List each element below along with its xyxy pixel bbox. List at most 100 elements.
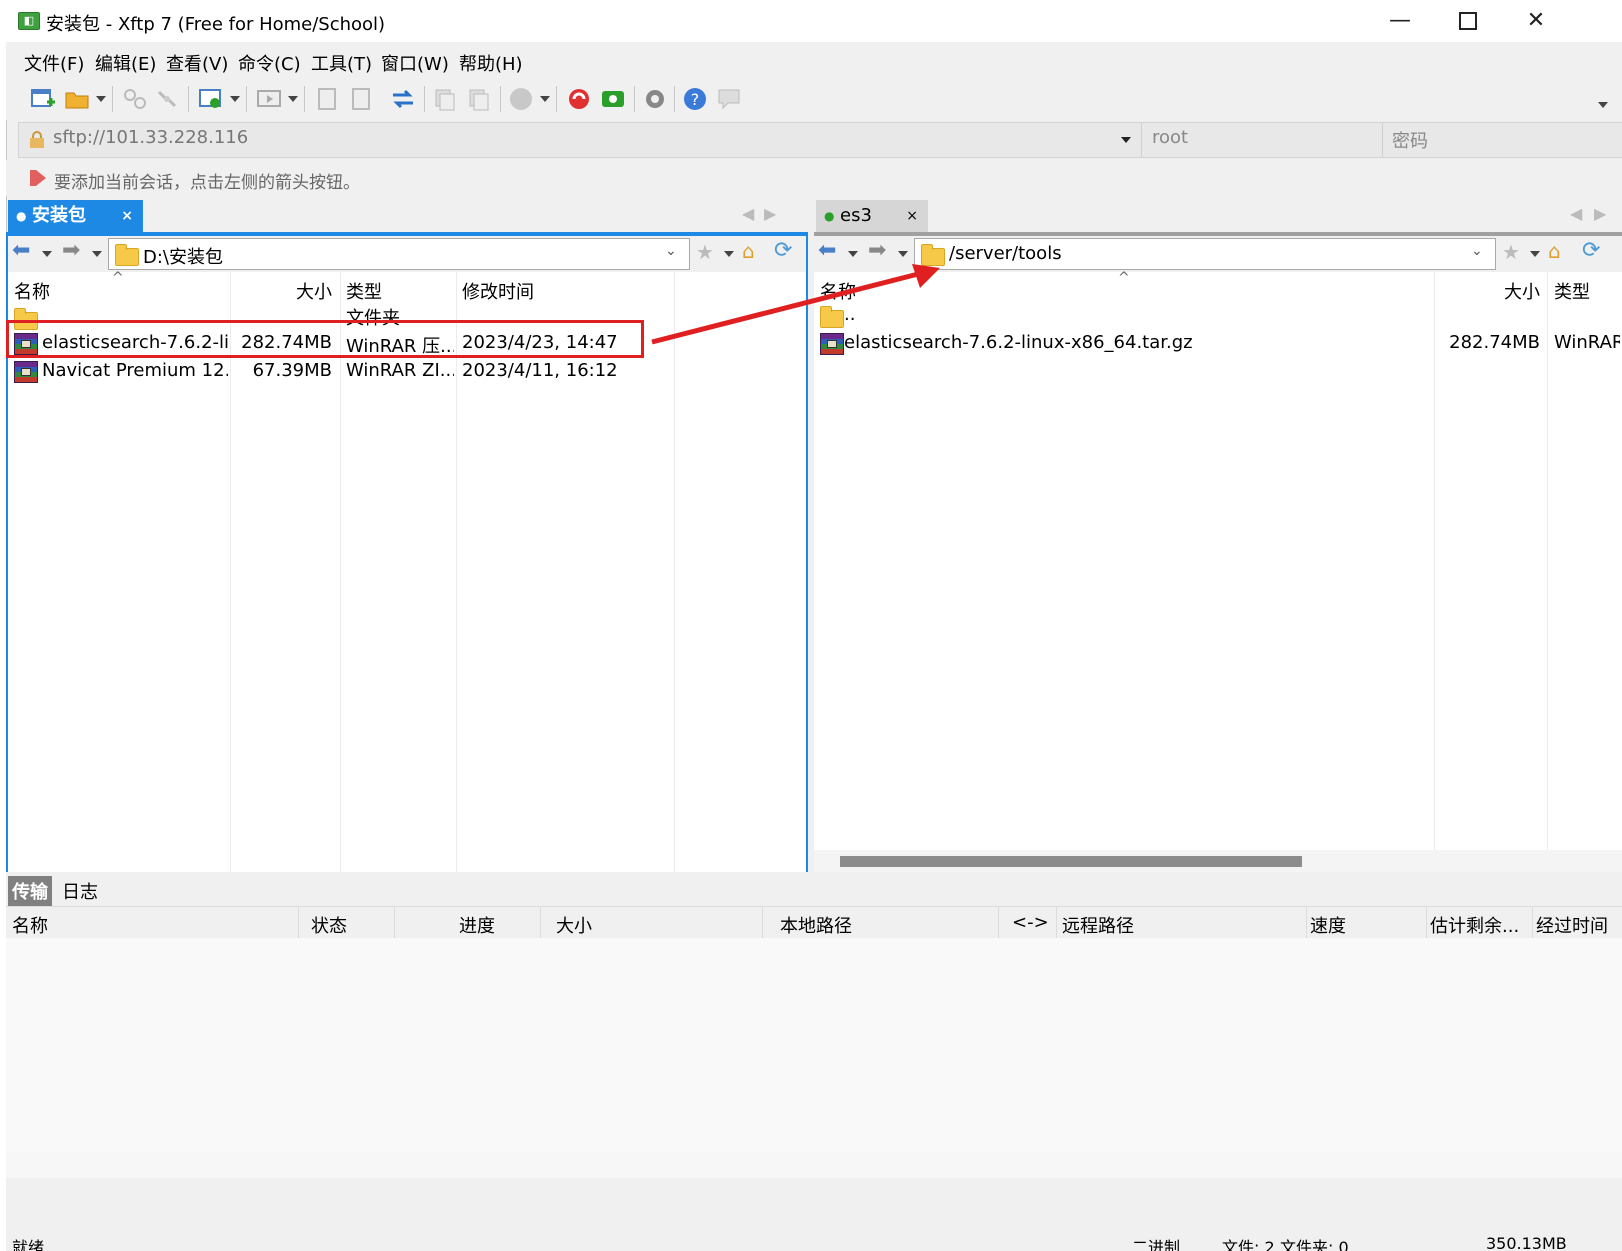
local-file-list: 名称 ^ 大小 类型 修改时间 文件夹 elasticsearch-7.6.2-…	[8, 270, 806, 898]
toolbar-separator	[188, 86, 189, 112]
xshell-button[interactable]	[566, 86, 592, 112]
col-header-eta[interactable]: 估计剩余...	[1430, 912, 1519, 938]
col-header-name[interactable]: 名称	[14, 278, 50, 304]
forward-dropdown-icon[interactable]	[92, 251, 102, 257]
col-header-local-path[interactable]: 本地路径	[780, 912, 852, 938]
tab-close-icon[interactable]: ×	[121, 200, 133, 232]
upload-icon	[318, 88, 336, 110]
tab-transfer[interactable]: 传输	[8, 876, 52, 906]
upload-button[interactable]	[314, 86, 340, 112]
paste-button[interactable]	[466, 86, 492, 112]
new-session-button[interactable]	[30, 86, 56, 112]
back-dropdown-icon[interactable]	[848, 251, 858, 257]
tab-label: es3	[840, 205, 872, 226]
bookmark-dropdown-icon[interactable]	[724, 251, 734, 257]
properties-dropdown-icon[interactable]	[230, 96, 240, 102]
tab-remote-session[interactable]: ● es3 ×	[816, 200, 928, 232]
open-session-dropdown-icon[interactable]	[96, 96, 106, 102]
encoding-dropdown-icon[interactable]	[540, 96, 550, 102]
session-properties-button[interactable]	[198, 86, 224, 112]
col-header-speed[interactable]: 速度	[1310, 912, 1346, 938]
table-row[interactable]: Navicat Premium 12.... 67.39MB WinRAR ZI…	[8, 358, 806, 384]
sort-ascending-icon: ^	[1118, 270, 1130, 286]
view-button[interactable]	[256, 86, 282, 112]
forward-dropdown-icon[interactable]	[898, 251, 908, 257]
column-divider	[1547, 272, 1548, 872]
tab-local-folder[interactable]: ● 安装包 ×	[8, 200, 143, 232]
toolbar-separator	[634, 86, 635, 112]
encoding-button[interactable]	[508, 86, 534, 112]
password-input[interactable]: 密码	[1392, 127, 1428, 153]
menu-window[interactable]: 窗口(W)	[381, 50, 449, 76]
tab-close-icon[interactable]: ×	[906, 200, 918, 232]
add-session-arrow-icon[interactable]	[28, 168, 48, 188]
connected-dot-icon: ●	[824, 209, 835, 223]
col-header-type[interactable]: 类型	[1554, 278, 1590, 304]
download-button[interactable]	[348, 86, 374, 112]
bookmark-star-icon[interactable]: ★	[1502, 240, 1520, 264]
disconnect-button[interactable]	[154, 86, 180, 112]
transfer-header: 名称 状态 进度 大小 本地路径 <-> 远程路径 速度 估计剩余... 经过时…	[6, 906, 1622, 940]
col-header-elapsed[interactable]: 经过时间	[1536, 912, 1608, 938]
xftp-button[interactable]	[600, 86, 626, 112]
back-arrow-icon[interactable]: ⬅	[12, 238, 30, 263]
open-session-button[interactable]	[64, 86, 90, 112]
address-divider	[1141, 123, 1142, 157]
close-window-button[interactable]: ✕	[1502, 0, 1570, 42]
status-file-count: 文件: 2	[1222, 1238, 1275, 1251]
home-folder-icon[interactable]: ⌂	[1548, 239, 1561, 263]
column-divider	[762, 907, 763, 939]
menu-file[interactable]: 文件(F)	[24, 50, 84, 76]
status-folder-count: 文件夹: 0	[1280, 1238, 1349, 1251]
forward-arrow-icon[interactable]: ➡	[62, 238, 80, 263]
tab-scroll-right-icon[interactable]: ▶	[1594, 204, 1606, 223]
username-input[interactable]: root	[1152, 127, 1188, 148]
col-header-size[interactable]: 大小	[1434, 278, 1540, 304]
back-dropdown-icon[interactable]	[42, 251, 52, 257]
tab-scroll-right-icon[interactable]: ▶	[764, 204, 776, 223]
xshell-swirl-icon	[569, 89, 589, 109]
maximize-icon	[1459, 12, 1477, 30]
scrollbar-thumb[interactable]	[840, 856, 1302, 867]
bookmark-dropdown-icon[interactable]	[1530, 251, 1540, 257]
connect-button[interactable]	[122, 86, 148, 112]
tab-scroll-left-icon[interactable]: ◀	[742, 204, 754, 223]
host-dropdown-icon[interactable]	[1121, 137, 1131, 143]
view-dropdown-icon[interactable]	[288, 96, 298, 102]
tab-scroll-left-icon[interactable]: ◀	[1570, 204, 1582, 223]
col-header-status[interactable]: 状态	[311, 912, 347, 938]
file-size: 282.74MB	[1449, 332, 1540, 353]
col-header-name[interactable]: 名称	[12, 912, 48, 938]
help-button[interactable]: ?	[682, 86, 708, 112]
menu-help[interactable]: 帮助(H)	[459, 50, 523, 76]
col-header-type[interactable]: 类型	[346, 278, 382, 304]
feedback-button[interactable]	[716, 86, 742, 112]
file-size: 67.39MB	[252, 360, 332, 381]
toolbar-overflow-icon[interactable]	[1598, 102, 1608, 108]
col-header-remote-path[interactable]: 远程路径	[1062, 912, 1134, 938]
horizontal-scrollbar[interactable]	[814, 850, 1622, 874]
menu-command[interactable]: 命令(C)	[238, 50, 301, 76]
refresh-icon[interactable]: ⟳	[1582, 238, 1600, 263]
col-header-direction[interactable]: <->	[1012, 912, 1049, 933]
col-header-modified[interactable]: 修改时间	[462, 278, 534, 304]
menu-edit[interactable]: 编辑(E)	[95, 50, 156, 76]
path-dropdown-icon[interactable]: ⌄	[1471, 243, 1483, 259]
maximize-button[interactable]	[1434, 0, 1502, 42]
col-header-progress[interactable]: 进度	[459, 912, 495, 938]
winrar-archive-icon	[14, 361, 38, 383]
menu-tools[interactable]: 工具(T)	[311, 50, 372, 76]
col-header-size[interactable]: 大小	[228, 278, 332, 304]
col-header-size[interactable]: 大小	[556, 912, 592, 938]
remote-path-input[interactable]: /server/tools ⌄	[914, 238, 1496, 270]
menu-view[interactable]: 查看(V)	[166, 50, 228, 76]
copy-button[interactable]	[432, 86, 458, 112]
paste-icon	[469, 89, 489, 111]
tab-log[interactable]: 日志	[62, 878, 98, 904]
sync-button[interactable]	[390, 86, 416, 112]
host-input[interactable]: sftp://101.33.228.116	[53, 127, 248, 148]
path-dropdown-icon[interactable]: ⌄	[665, 243, 677, 259]
minimize-button[interactable]: —	[1366, 0, 1434, 42]
local-path-input[interactable]: D:\安装包 ⌄	[108, 238, 690, 270]
options-button[interactable]	[642, 86, 668, 112]
